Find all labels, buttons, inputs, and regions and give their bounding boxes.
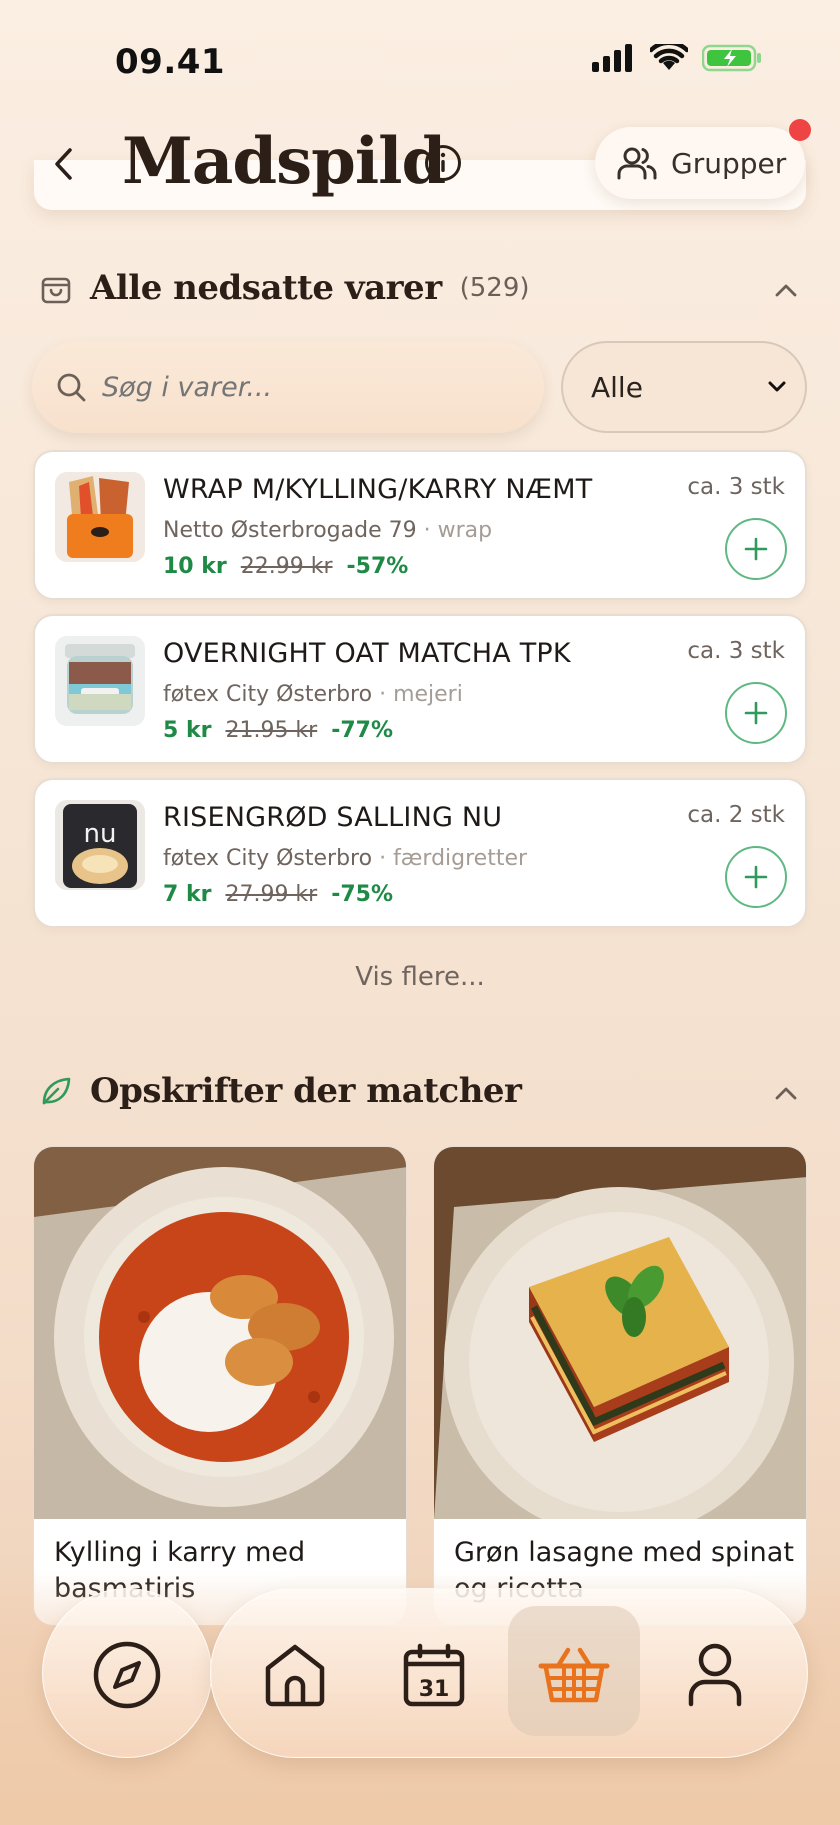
info-icon[interactable] — [424, 144, 462, 182]
plus-icon — [744, 537, 768, 561]
price-line: 5 kr 21.95 kr -77% — [163, 718, 393, 743]
add-to-list-button[interactable] — [725, 518, 787, 580]
price-new: 5 kr — [163, 718, 212, 743]
price-line: 10 kr 22.99 kr -57% — [163, 554, 408, 579]
chevron-up-icon — [775, 284, 797, 297]
notification-dot — [789, 119, 811, 141]
discount-badge: -57% — [346, 554, 409, 579]
recipe-card[interactable]: Kylling i karry med basmatiris — [33, 1146, 407, 1626]
product-category: mejeri — [393, 682, 463, 707]
product-name: RISENGRØD SALLING NU — [163, 802, 503, 833]
recipes-collapse-button[interactable] — [766, 1073, 806, 1113]
quantity-label: ca. 2 stk — [687, 802, 785, 828]
store-line: føtex City Østerbro · mejeri — [163, 682, 463, 707]
product-image-wrap — [55, 636, 145, 726]
tab-calendar[interactable]: 31 — [389, 1630, 479, 1720]
plus-icon — [744, 865, 768, 889]
sale-section-title: Alle nedsatte varer — [90, 268, 442, 308]
recipes-section-header[interactable]: Opskrifter der matcher — [40, 1071, 522, 1111]
quantity-label: ca. 3 stk — [687, 638, 785, 664]
groups-button[interactable]: Grupper — [595, 119, 811, 199]
recipe-card[interactable]: Grøn lasagne med spinat og ricotta — [433, 1146, 807, 1626]
store-name: føtex City Østerbro — [163, 846, 373, 871]
back-button[interactable] — [44, 140, 84, 188]
store-name: føtex City Østerbro — [163, 682, 373, 707]
product-image-wrap — [55, 472, 145, 562]
groups-label: Grupper — [671, 146, 787, 180]
product-category: wrap — [437, 518, 493, 543]
sale-item-count: (529) — [459, 273, 530, 303]
sale-item-card[interactable]: OVERNIGHT OAT MATCHA TPK føtex City Øste… — [33, 614, 807, 764]
calendar-icon: 31 — [403, 1643, 465, 1707]
chevron-up-icon — [775, 1087, 797, 1100]
product-name: WRAP M/KYLLING/KARRY NÆMT — [163, 474, 593, 505]
product-category: færdigretter — [393, 846, 528, 871]
plus-icon — [744, 701, 768, 725]
sale-collapse-button[interactable] — [766, 270, 806, 310]
store-line: føtex City Østerbro · færdigretter — [163, 846, 528, 871]
recipes-section-title: Opskrifter der matcher — [90, 1071, 522, 1111]
tab-profile[interactable] — [670, 1630, 760, 1720]
shopping-bag-icon — [41, 277, 71, 304]
store-name: Netto Østerbrogade 79 — [163, 518, 417, 543]
svg-text:nu: nu — [84, 819, 117, 849]
product-image-wrap: nu — [55, 800, 145, 890]
cellular-signal-icon — [592, 44, 632, 72]
recipe-image — [434, 1147, 806, 1519]
tab-madspild[interactable] — [529, 1630, 619, 1720]
show-more-link[interactable]: Vis flere... — [0, 962, 840, 992]
battery-charging-icon — [702, 44, 761, 72]
search-input[interactable] — [102, 371, 502, 403]
price-line: 7 kr 27.99 kr -75% — [163, 882, 393, 907]
compass-icon — [93, 1641, 161, 1709]
price-new: 10 kr — [163, 554, 227, 579]
status-icons — [592, 44, 762, 72]
price-old: 21.95 kr — [225, 718, 318, 743]
price-old: 27.99 kr — [225, 882, 318, 907]
chevron-down-icon — [768, 381, 786, 392]
discount-badge: -75% — [331, 882, 394, 907]
user-icon — [688, 1643, 742, 1707]
filter-select[interactable]: Alle — [561, 341, 807, 433]
status-time: 09.41 — [115, 42, 226, 82]
tab-home[interactable] — [250, 1630, 340, 1720]
store-line: Netto Østerbrogade 79 · wrap — [163, 518, 493, 543]
price-old: 22.99 kr — [240, 554, 333, 579]
discount-badge: -77% — [331, 718, 394, 743]
wifi-icon — [650, 44, 688, 70]
search-box[interactable] — [32, 341, 544, 433]
tab-explore[interactable] — [82, 1630, 172, 1720]
quantity-label: ca. 3 stk — [687, 474, 785, 500]
filter-selected-value: Alle — [591, 370, 643, 404]
recipe-image — [34, 1147, 406, 1519]
status-bar: 09.41 — [0, 0, 840, 110]
product-name: OVERNIGHT OAT MATCHA TPK — [163, 638, 571, 669]
sale-section-header[interactable]: Alle nedsatte varer (529) — [40, 268, 530, 308]
add-to-list-button[interactable] — [725, 846, 787, 908]
add-to-list-button[interactable] — [725, 682, 787, 744]
home-icon — [265, 1644, 325, 1707]
calendar-day: 31 — [419, 1677, 450, 1702]
price-new: 7 kr — [163, 882, 212, 907]
leaf-icon — [42, 1077, 71, 1105]
sale-item-card[interactable]: nu RISENGRØD SALLING NU føtex City Øster… — [33, 778, 807, 928]
basket-icon — [538, 1647, 610, 1703]
chevron-left-icon — [55, 148, 72, 180]
search-icon — [57, 373, 86, 402]
page-title: Madspild — [122, 124, 446, 199]
sale-item-card[interactable]: WRAP M/KYLLING/KARRY NÆMT Netto Østerbro… — [33, 450, 807, 600]
users-icon — [617, 147, 657, 180]
